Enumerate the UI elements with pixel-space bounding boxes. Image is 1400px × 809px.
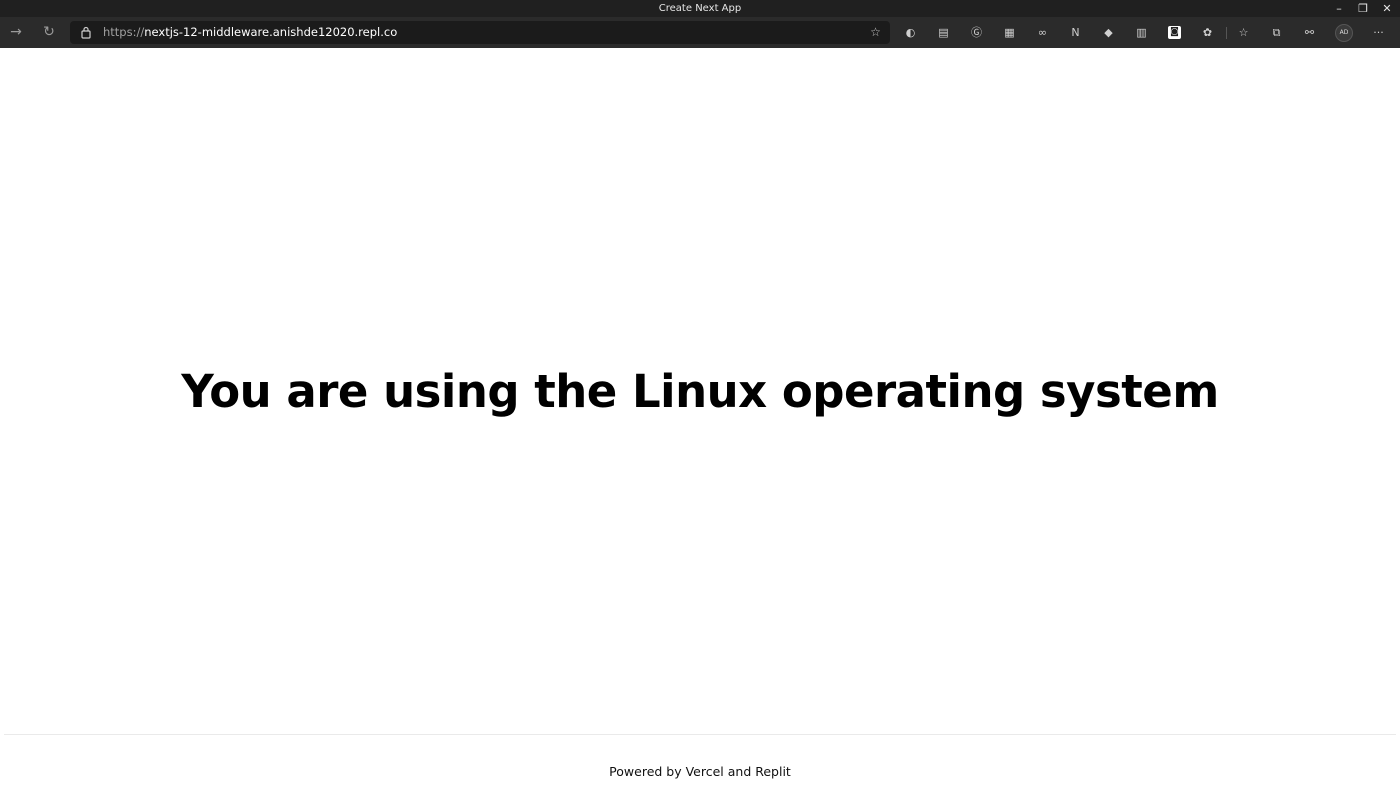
star-add-icon: ☆ bbox=[870, 25, 881, 39]
extensions-puzzle-icon[interactable]: ✿ bbox=[1199, 24, 1216, 41]
footer-divider bbox=[4, 734, 1396, 735]
extension-2-icon[interactable]: ▤ bbox=[935, 24, 952, 41]
collections-icon[interactable]: ⧉ bbox=[1268, 24, 1285, 41]
extension-1-icon[interactable]: ◐ bbox=[902, 24, 919, 41]
share-icon[interactable]: ⚯ bbox=[1301, 24, 1318, 41]
more-menu-icon[interactable]: ··· bbox=[1370, 24, 1387, 41]
extension-4-icon[interactable]: ▦ bbox=[1001, 24, 1018, 41]
reload-button[interactable]: ↻ bbox=[37, 17, 61, 48]
extension-6-icon[interactable]: N bbox=[1067, 24, 1084, 41]
extension-5-icon[interactable]: ∞ bbox=[1034, 24, 1051, 41]
add-favorite-button[interactable]: ☆ bbox=[867, 24, 884, 41]
url-text[interactable]: https://nextjs-12-middleware.anishde1202… bbox=[103, 21, 397, 44]
browser-toolbar: → ↻ https://nextjs-12-middleware.anishde… bbox=[0, 17, 1400, 48]
window-titlebar: Create Next App – ❐ ✕ bbox=[0, 0, 1400, 17]
close-button[interactable]: ✕ bbox=[1380, 0, 1394, 17]
restore-button[interactable]: ❐ bbox=[1356, 0, 1370, 17]
url-host: nextjs-12-middleware.anishde12020.repl.c… bbox=[144, 25, 398, 39]
toolbar-divider bbox=[1226, 27, 1227, 39]
address-bar[interactable]: https://nextjs-12-middleware.anishde1202… bbox=[70, 21, 890, 44]
extension-3-icon[interactable]: Ⓖ bbox=[968, 24, 985, 41]
back-button[interactable]: → bbox=[4, 17, 28, 48]
minimize-button[interactable]: – bbox=[1332, 0, 1346, 17]
back-arrow-icon: → bbox=[10, 24, 22, 40]
profile-avatar[interactable]: AD bbox=[1335, 24, 1353, 42]
url-scheme: https:// bbox=[103, 25, 145, 39]
extension-7-icon[interactable]: ◆ bbox=[1100, 24, 1117, 41]
extension-9-icon[interactable]: ◙ bbox=[1168, 26, 1181, 39]
window-title: Create Next App bbox=[658, 3, 742, 14]
page-heading: You are using the Linux operating system bbox=[181, 365, 1219, 418]
reload-icon: ↻ bbox=[43, 24, 55, 40]
window-controls: – ❐ ✕ bbox=[1332, 0, 1394, 17]
extension-8-icon[interactable]: ▥ bbox=[1133, 24, 1150, 41]
favorites-icon[interactable]: ☆ bbox=[1235, 24, 1252, 41]
footer-text: Powered by Vercel and Replit bbox=[609, 764, 791, 779]
lock-icon bbox=[81, 26, 91, 39]
